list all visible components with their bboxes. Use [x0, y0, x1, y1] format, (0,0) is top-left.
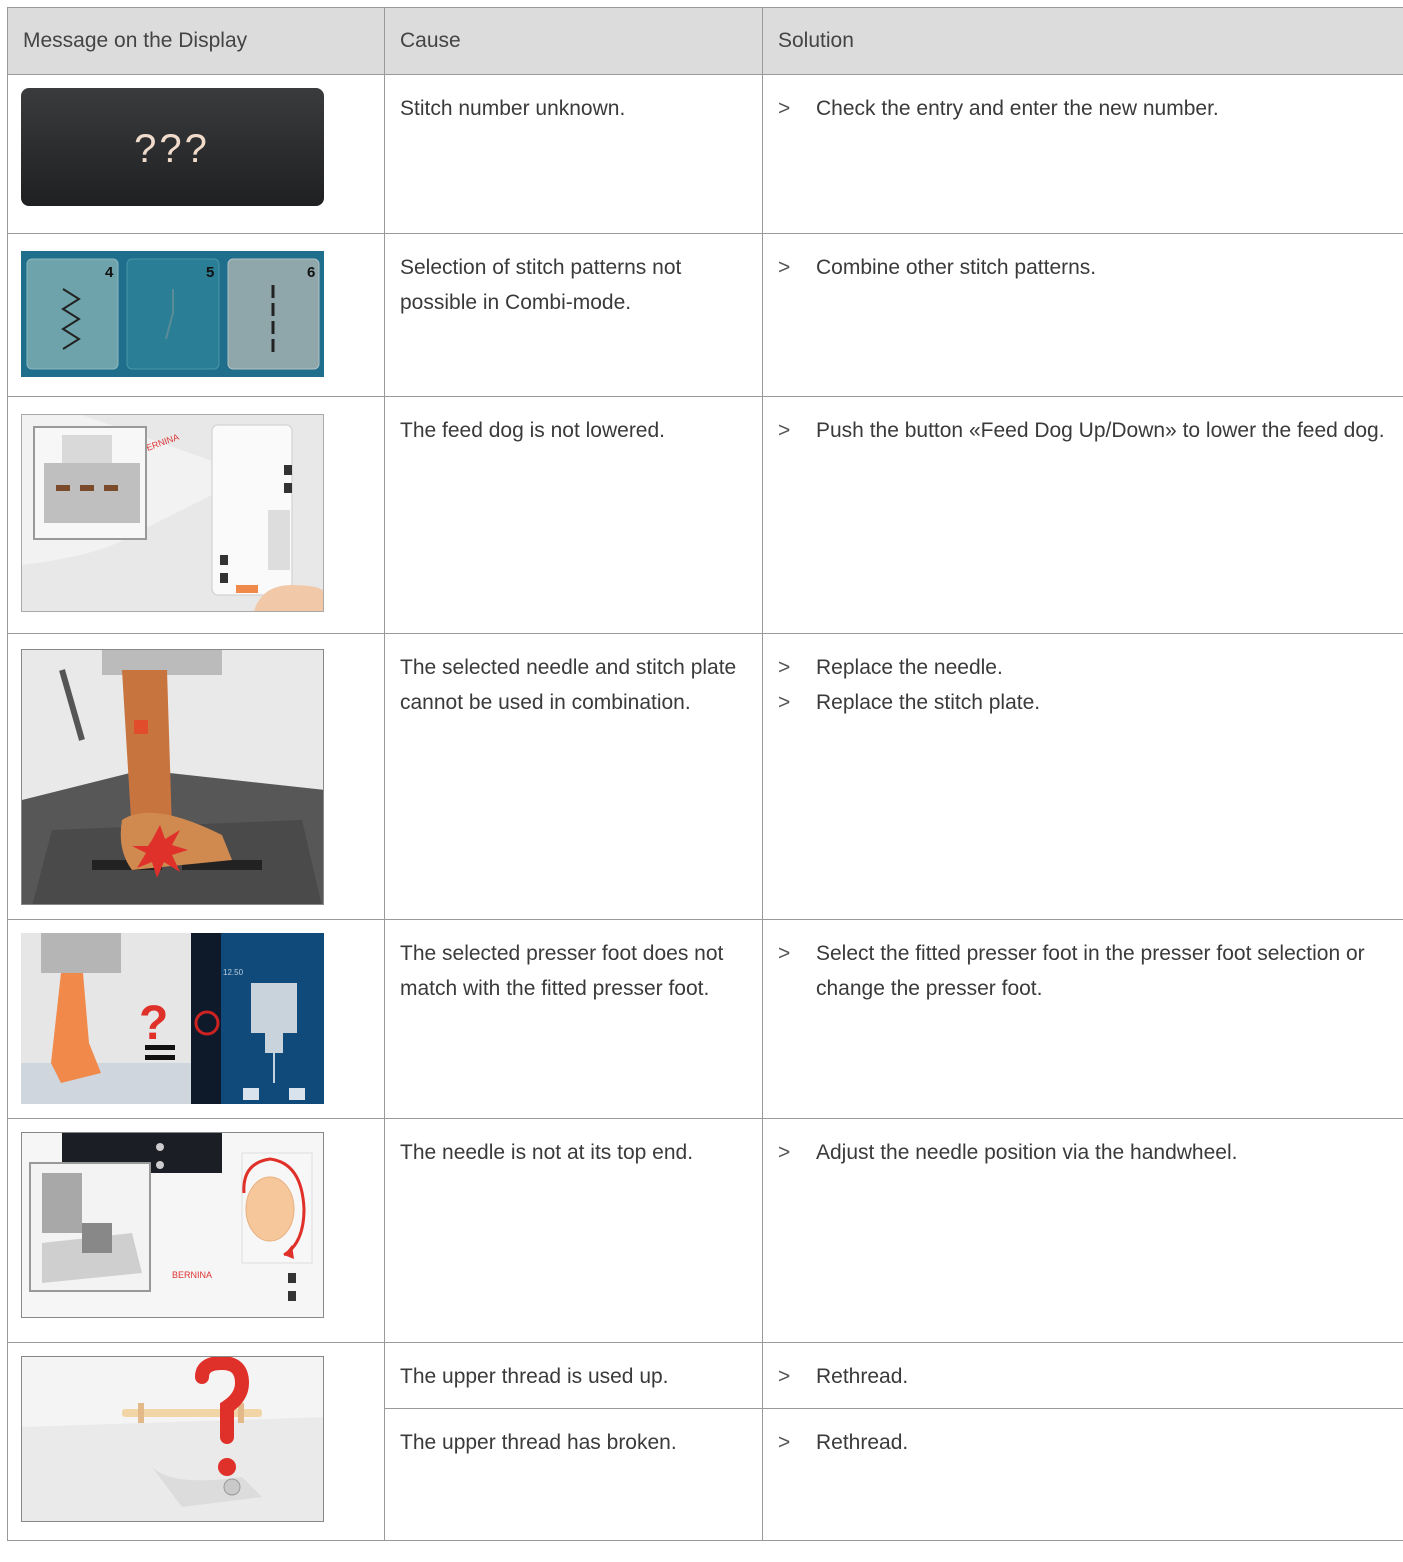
step-text: Replace the needle.: [816, 656, 1003, 679]
svg-text:12.50: 12.50: [223, 968, 244, 977]
step-text: Rethread.: [816, 1365, 909, 1388]
step-marker: >: [778, 942, 791, 965]
presser-foot-mismatch-icon: ? 12.50: [21, 933, 324, 1104]
needle-stitch-plate-conflict-icon: [21, 649, 324, 905]
solution-step: > Combine other stitch patterns.: [778, 250, 1403, 285]
svg-text:4: 4: [105, 264, 114, 281]
step-text: Replace the stitch plate.: [816, 691, 1041, 714]
table-row: BERNINA The feed dog is not lowered. > P…: [7, 396, 1403, 634]
step-marker: >: [778, 691, 791, 714]
step-marker: >: [778, 1431, 791, 1454]
cause-cell: The upper thread has broken.: [384, 1408, 763, 1541]
table-row: ??? Stitch number unknown. > Check the e…: [7, 74, 1403, 234]
message-image-cell: BERNINA: [7, 1118, 385, 1343]
header-solution: Solution: [762, 7, 1403, 75]
step-text: Select the fitted presser foot in the pr…: [816, 942, 1365, 1000]
svg-text:BERNINA: BERNINA: [172, 1270, 212, 1280]
step-marker: >: [778, 1141, 791, 1164]
message-image-cell: [7, 1342, 385, 1541]
solution-step: > Replace the stitch plate.: [778, 685, 1403, 720]
solution-cell: > Replace the needle. > Replace the stit…: [762, 633, 1403, 920]
solution-cell: > Push the button «Feed Dog Up/Down» to …: [762, 396, 1403, 634]
message-image-cell: 4 5 6: [7, 233, 385, 397]
stitch-pattern-keys-icon: 4 5 6: [21, 251, 324, 377]
step-text: Adjust the needle position via the handw…: [816, 1141, 1238, 1164]
cause-cell: The selected presser foot does not match…: [384, 919, 763, 1119]
step-text: Push the button «Feed Dog Up/Down» to lo…: [816, 419, 1385, 442]
table-header-row: Message on the Display Cause Solution: [7, 7, 1403, 75]
message-image-cell: ? 12.50: [7, 919, 385, 1119]
solution-step: > Rethread.: [778, 1425, 1403, 1460]
step-text: Combine other stitch patterns.: [816, 256, 1097, 279]
cause-cell: Stitch number unknown.: [384, 74, 763, 234]
table-row: The selected needle and stitch plate can…: [7, 633, 1403, 920]
cause-cell: The upper thread is used up.: [384, 1342, 763, 1409]
header-message: Message on the Display: [7, 7, 385, 75]
step-text: Check the entry and enter the new number…: [816, 97, 1219, 120]
solution-step: > Rethread.: [778, 1359, 1403, 1394]
table-row: 4 5 6 Selection of stitch patterns not p…: [7, 233, 1403, 397]
table-row: BERNINA The needle is not at its top end…: [7, 1118, 1403, 1343]
message-image-cell: [7, 633, 385, 920]
solution-step: > Push the button «Feed Dog Up/Down» to …: [778, 413, 1403, 448]
solution-cell: > Select the fitted presser foot in the …: [762, 919, 1403, 1119]
svg-text:?: ?: [139, 997, 168, 1050]
upper-thread-question-icon: [21, 1356, 324, 1522]
svg-text:6: 6: [307, 264, 315, 281]
table-row: The upper thread is used up. > Rethread.: [7, 1342, 1403, 1541]
message-image-cell: ???: [7, 74, 385, 234]
svg-text:???: ???: [134, 127, 210, 171]
solution-cell: > Adjust the needle position via the han…: [762, 1118, 1403, 1343]
cause-cell: Selection of stitch patterns not possibl…: [384, 233, 763, 397]
header-cause: Cause: [384, 7, 763, 75]
step-marker: >: [778, 656, 791, 679]
solution-cell: > Rethread.: [762, 1408, 1403, 1541]
solution-step: > Select the fitted presser foot in the …: [778, 936, 1403, 1006]
step-text: Rethread.: [816, 1431, 909, 1454]
svg-text:5: 5: [206, 264, 214, 281]
solution-cell: > Rethread.: [762, 1342, 1403, 1409]
step-marker: >: [778, 97, 791, 120]
solution-step: > Adjust the needle position via the han…: [778, 1135, 1403, 1170]
table-row: ? 12.50 The selected presser foot does n…: [7, 919, 1403, 1119]
solution-cell: > Combine other stitch patterns.: [762, 233, 1403, 397]
solution-step: > Replace the needle.: [778, 650, 1403, 685]
error-message-table: Message on the Display Cause Solution ??…: [7, 7, 1403, 1541]
solution-step: > Check the entry and enter the new numb…: [778, 91, 1403, 126]
cause-cell: The selected needle and stitch plate can…: [384, 633, 763, 920]
handwheel-needle-position-icon: BERNINA: [21, 1132, 324, 1318]
cause-cell: The feed dog is not lowered.: [384, 396, 763, 634]
solution-cell: > Check the entry and enter the new numb…: [762, 74, 1403, 234]
stitch-unknown-display-icon: ???: [21, 88, 324, 206]
cause-cell: The needle is not at its top end.: [384, 1118, 763, 1343]
step-marker: >: [778, 1365, 791, 1388]
step-marker: >: [778, 256, 791, 279]
message-image-cell: BERNINA: [7, 396, 385, 634]
feed-dog-button-icon: BERNINA: [21, 414, 324, 612]
step-marker: >: [778, 419, 791, 442]
